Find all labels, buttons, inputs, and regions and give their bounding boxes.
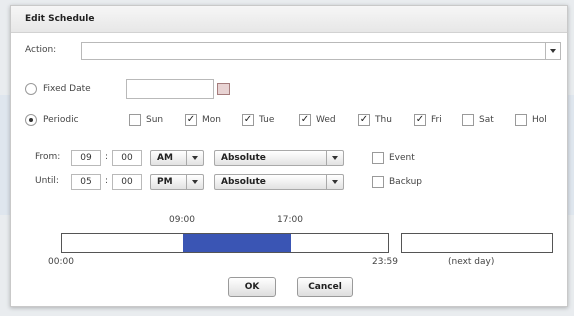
ok-button[interactable]: OK xyxy=(228,277,276,297)
edit-schedule-dialog: Edit Schedule Action: Fixed Date Periodi… xyxy=(10,5,568,307)
until-mode-value: Absolute xyxy=(221,177,266,187)
event-label: Event xyxy=(389,153,415,163)
day-label-thu: Thu xyxy=(375,115,392,125)
from-time-separator: : xyxy=(105,152,109,162)
radio-selected-dot xyxy=(29,118,33,122)
until-time-separator: : xyxy=(105,176,109,186)
day-checkbox-wed[interactable]: ✓ xyxy=(299,114,311,126)
timeline-start-marker: 09:00 xyxy=(169,215,195,225)
next-day-timeline-bar xyxy=(401,233,553,253)
action-dropdown-button[interactable] xyxy=(545,43,560,59)
fixed-date-input[interactable] xyxy=(126,79,214,99)
fixed-date-radio[interactable] xyxy=(25,83,37,95)
from-mode-select[interactable]: Absolute xyxy=(214,150,344,166)
until-mode-select[interactable]: Absolute xyxy=(214,174,344,190)
day-label-tue: Tue xyxy=(259,115,275,125)
chevron-down-icon xyxy=(186,151,203,165)
day-label-sat: Sat xyxy=(479,115,494,125)
periodic-radio[interactable] xyxy=(25,114,37,126)
schedule-timeline-bar xyxy=(61,233,389,253)
from-ampm-select[interactable]: AM xyxy=(150,150,204,166)
timeline-end-marker: 17:00 xyxy=(277,215,303,225)
day-label-wed: Wed xyxy=(316,115,336,125)
event-checkbox[interactable] xyxy=(372,152,384,164)
periodic-label: Periodic xyxy=(43,115,79,125)
day-checkbox-sun[interactable] xyxy=(129,114,141,126)
action-select[interactable] xyxy=(81,42,561,60)
chevron-down-icon xyxy=(550,49,556,53)
from-ampm-value: AM xyxy=(157,153,173,163)
chevron-down-icon xyxy=(326,175,343,189)
from-minute-input[interactable]: 00 xyxy=(112,150,142,166)
day-checkbox-mon[interactable]: ✓ xyxy=(185,114,197,126)
chevron-down-icon xyxy=(326,151,343,165)
day-checkbox-fri[interactable]: ✓ xyxy=(414,114,426,126)
day-checkbox-sat[interactable] xyxy=(462,114,474,126)
until-label: Until: xyxy=(35,176,59,186)
fixed-date-label: Fixed Date xyxy=(43,84,91,94)
chevron-down-icon xyxy=(186,175,203,189)
timeline-day-end: 23:59 xyxy=(372,257,398,267)
from-mode-value: Absolute xyxy=(221,153,266,163)
day-checkbox-hol[interactable] xyxy=(515,114,527,126)
scheduled-period-fill xyxy=(183,234,291,252)
day-label-fri: Fri xyxy=(431,115,442,125)
from-hour-input[interactable]: 09 xyxy=(71,150,101,166)
cancel-button[interactable]: Cancel xyxy=(297,277,353,297)
day-checkbox-thu[interactable]: ✓ xyxy=(358,114,370,126)
day-label-mon: Mon xyxy=(202,115,221,125)
backup-checkbox[interactable] xyxy=(372,176,384,188)
timeline-next-day: (next day) xyxy=(448,257,495,267)
until-hour-input[interactable]: 05 xyxy=(71,174,101,190)
until-ampm-value: PM xyxy=(157,177,173,187)
from-label: From: xyxy=(35,152,61,162)
action-label: Action: xyxy=(25,45,57,55)
backup-label: Backup xyxy=(389,177,422,187)
timeline-day-start: 00:00 xyxy=(48,257,74,267)
dialog-title: Edit Schedule xyxy=(25,14,95,24)
until-ampm-select[interactable]: PM xyxy=(150,174,204,190)
day-label-hol: Hol xyxy=(532,115,547,125)
until-minute-input[interactable]: 00 xyxy=(112,174,142,190)
calendar-icon[interactable] xyxy=(217,83,230,95)
day-label-sun: Sun xyxy=(146,115,164,125)
day-checkbox-tue[interactable]: ✓ xyxy=(242,114,254,126)
